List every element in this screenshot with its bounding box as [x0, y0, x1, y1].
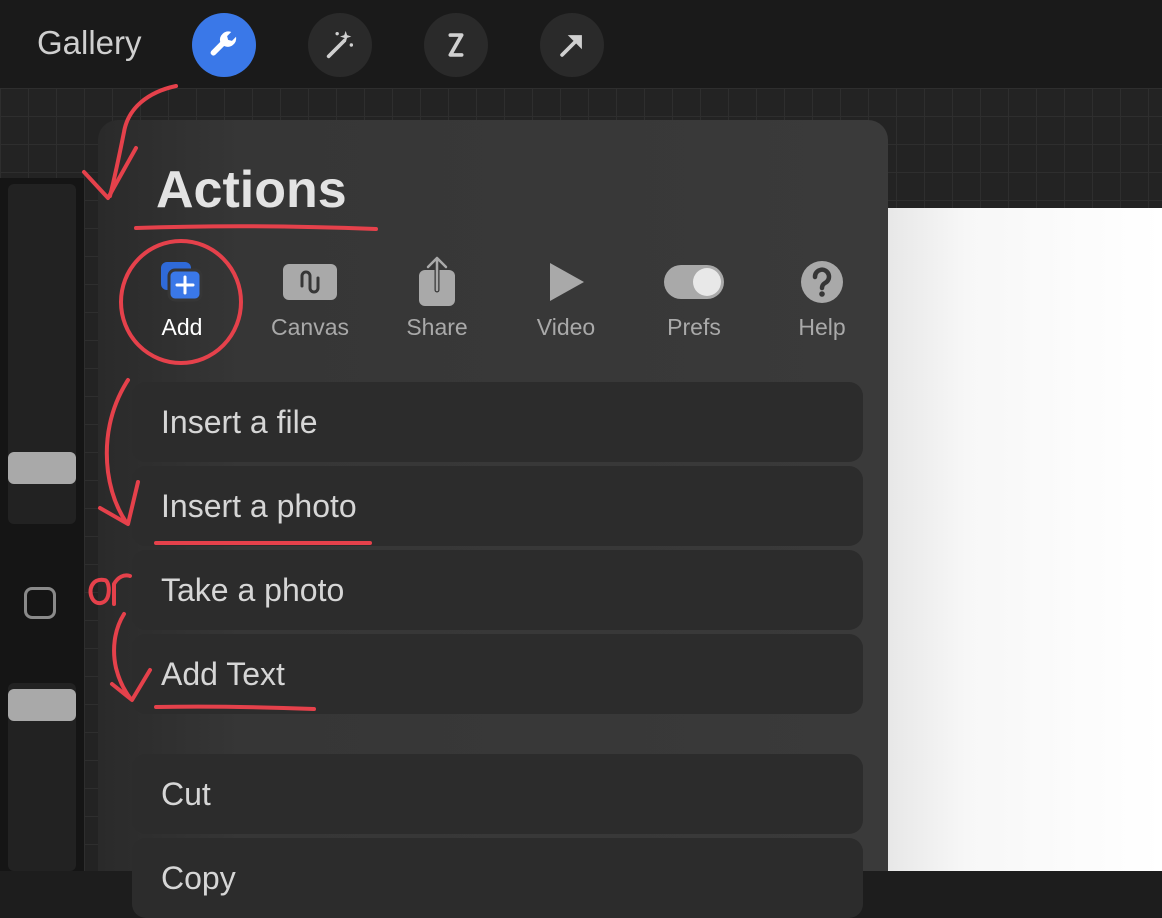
magic-wand-icon [326, 30, 354, 59]
menu-item-label: Cut [161, 775, 211, 812]
menu-item-take-photo[interactable]: Take a photo [132, 550, 863, 630]
transform-button[interactable] [540, 13, 604, 77]
arrow-cursor-icon [560, 35, 582, 57]
tab-label: Prefs [667, 314, 721, 340]
modify-button[interactable] [24, 587, 56, 619]
gallery-button[interactable]: Gallery [37, 24, 142, 62]
left-sidebar [0, 178, 84, 871]
play-icon [511, 258, 621, 306]
tab-add[interactable]: Add [127, 258, 237, 341]
tab-canvas[interactable]: Canvas [255, 258, 365, 341]
menu-item-add-text[interactable]: Add Text [132, 634, 863, 714]
menu-item-label: Insert a photo [161, 487, 357, 524]
menu-item-label: Take a photo [161, 571, 345, 608]
actions-wrench-button[interactable] [192, 13, 256, 77]
menu-item-label: Insert a file [161, 403, 318, 440]
help-icon [767, 258, 877, 306]
tab-label: Share [406, 314, 468, 340]
tab-label: Canvas [271, 314, 349, 340]
wrench-icon [210, 31, 237, 56]
tab-video[interactable]: Video [511, 258, 621, 341]
menu-item-insert-file[interactable]: Insert a file [132, 382, 863, 462]
brush-size-handle[interactable] [8, 452, 76, 484]
drawing-canvas[interactable] [860, 208, 1162, 871]
tab-label: Video [536, 314, 596, 340]
panel-title: Actions [156, 161, 347, 219]
tab-label: Add [161, 314, 203, 340]
top-toolbar: Gallery [0, 0, 1162, 88]
actions-panel: Actions Add Canvas Share Video Prefs Hel… [98, 120, 888, 918]
tab-prefs[interactable]: Prefs [639, 258, 749, 341]
adjustments-button[interactable] [308, 13, 372, 77]
tab-share[interactable]: Share [382, 256, 492, 341]
selection-icon [448, 33, 464, 57]
menu-item-copy[interactable]: Copy [132, 838, 863, 918]
canvas-icon [255, 258, 365, 306]
toggle-icon [639, 258, 749, 306]
selection-button[interactable] [424, 13, 488, 77]
add-layers-icon [127, 258, 237, 306]
opacity-handle[interactable] [8, 689, 76, 721]
menu-item-insert-photo[interactable]: Insert a photo [132, 466, 863, 546]
share-icon [382, 256, 492, 306]
menu-item-cut[interactable]: Cut [132, 754, 863, 834]
menu-item-label: Copy [161, 859, 236, 896]
tab-label: Help [798, 314, 846, 340]
tab-help[interactable]: Help [767, 258, 877, 341]
menu-item-label: Add Text [161, 655, 285, 692]
